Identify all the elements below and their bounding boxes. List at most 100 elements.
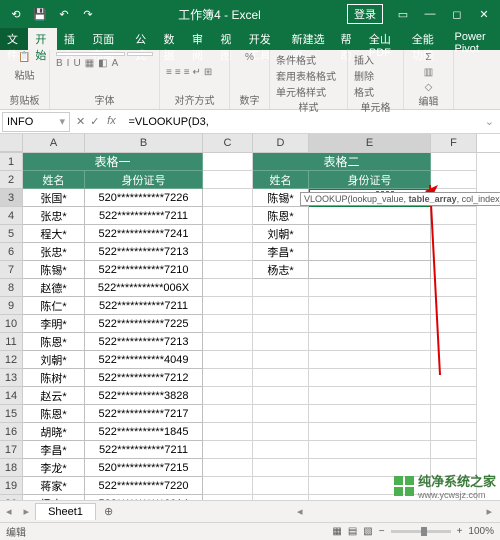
row-header-16[interactable]: 16 [0, 423, 23, 441]
tab-full[interactable]: 全能功能 [405, 28, 448, 50]
table1-name[interactable]: 李明* [23, 315, 85, 333]
cell-C14[interactable] [203, 387, 253, 405]
align-mid-icon[interactable]: ≡ [175, 67, 181, 78]
tab-pivot[interactable]: Power Pivot [448, 28, 500, 50]
table1-id[interactable]: 522***********7211 [85, 441, 203, 459]
row-header-18[interactable]: 18 [0, 459, 23, 477]
row-header-15[interactable]: 15 [0, 405, 23, 423]
underline-icon[interactable]: U [73, 58, 80, 69]
cell-C2[interactable] [203, 171, 253, 189]
tab-file[interactable]: 文件 [0, 28, 28, 50]
table1-id[interactable]: 522***********4049 [85, 351, 203, 369]
login-button[interactable]: 登录 [347, 4, 383, 24]
enter-formula-icon[interactable]: ✓ [90, 115, 99, 128]
table1-id[interactable]: 522***********7220 [85, 477, 203, 495]
table1-name[interactable]: 张忠* [23, 207, 85, 225]
col-header-F[interactable]: F [431, 134, 477, 152]
cell-D8[interactable] [253, 279, 309, 297]
cell-F13[interactable] [431, 369, 477, 387]
row-header-7[interactable]: 7 [0, 261, 23, 279]
cell-C11[interactable] [203, 333, 253, 351]
cell-D13[interactable] [253, 369, 309, 387]
cell-E13[interactable] [309, 369, 431, 387]
table1-id[interactable]: 522***********7213 [85, 243, 203, 261]
table1-id[interactable]: 522***********7211 [85, 207, 203, 225]
table1-name[interactable]: 陈锡* [23, 261, 85, 279]
cell-D11[interactable] [253, 333, 309, 351]
cell-F12[interactable] [431, 351, 477, 369]
sheet-nav-prev-icon[interactable]: ◂ [0, 505, 18, 518]
table1-name[interactable]: 蒋家* [23, 477, 85, 495]
col-header-B[interactable]: B [85, 134, 203, 152]
table1-id[interactable]: 522***********1845 [85, 423, 203, 441]
cell-E10[interactable] [309, 315, 431, 333]
cell-F9[interactable] [431, 297, 477, 315]
table1-id[interactable]: 522***********7225 [85, 315, 203, 333]
cell-E14[interactable] [309, 387, 431, 405]
cell-D9[interactable] [253, 297, 309, 315]
row-header-4[interactable]: 4 [0, 207, 23, 225]
cell-C3[interactable] [203, 189, 253, 207]
cell-F11[interactable] [431, 333, 477, 351]
table1-name[interactable]: 陈树* [23, 369, 85, 387]
tab-help[interactable]: 帮助 [333, 28, 361, 50]
row-header-10[interactable]: 10 [0, 315, 23, 333]
row-header-9[interactable]: 9 [0, 297, 23, 315]
cell-D12[interactable] [253, 351, 309, 369]
cell-D14[interactable] [253, 387, 309, 405]
cell-C4[interactable] [203, 207, 253, 225]
table2-name[interactable]: 杨志* [253, 261, 309, 279]
table2-name[interactable]: 陈恩* [253, 207, 309, 225]
table1-name[interactable]: 李昌* [23, 441, 85, 459]
close-icon[interactable]: ✕ [472, 4, 496, 24]
insert-cells-button[interactable]: 插入 [354, 52, 374, 67]
table1-name[interactable]: 刘朝* [23, 351, 85, 369]
align-top-icon[interactable]: ≡ [166, 67, 172, 78]
table1-name[interactable]: 胡晓* [23, 423, 85, 441]
merge-icon[interactable]: ⊞ [204, 67, 212, 78]
table1-id[interactable]: 522***********7241 [85, 225, 203, 243]
cell-E15[interactable] [309, 405, 431, 423]
row-header-2[interactable]: 2 [0, 171, 23, 189]
fill-down-icon[interactable]: ▥ [424, 67, 433, 78]
ribbon-options-icon[interactable]: ▭ [391, 4, 415, 24]
table2-id[interactable] [309, 243, 431, 261]
font-face-select[interactable] [56, 52, 125, 56]
delete-cells-button[interactable]: 删除 [354, 68, 374, 83]
undo-icon[interactable]: ↶ [52, 4, 76, 24]
cell-D17[interactable] [253, 441, 309, 459]
table1-id[interactable]: 522***********7211 [85, 297, 203, 315]
table1-id[interactable]: 520***********7215 [85, 459, 203, 477]
number-format-icon[interactable]: % [245, 52, 254, 63]
cell-F14[interactable] [431, 387, 477, 405]
cond-format-button[interactable]: 条件格式 [276, 52, 316, 67]
row-header-19[interactable]: 19 [0, 477, 23, 495]
cell-C5[interactable] [203, 225, 253, 243]
cell-F7[interactable] [431, 261, 477, 279]
cell-C1[interactable] [203, 153, 253, 171]
sum-icon[interactable]: Σ [425, 52, 431, 63]
sheet-tab-1[interactable]: Sheet1 [35, 503, 96, 520]
row-header-8[interactable]: 8 [0, 279, 23, 297]
formula-input[interactable]: =VLOOKUP(D3, [124, 112, 478, 132]
col-header-A[interactable]: A [23, 134, 85, 152]
tab-review[interactable]: 审阅 [185, 28, 213, 50]
cell-D15[interactable] [253, 405, 309, 423]
row-header-11[interactable]: 11 [0, 333, 23, 351]
tab-insert[interactable]: 插入 [57, 28, 85, 50]
cell-E17[interactable] [309, 441, 431, 459]
format-cells-button[interactable]: 格式 [354, 84, 374, 99]
cell-F5[interactable] [431, 225, 477, 243]
fx-icon[interactable]: fx [104, 115, 118, 128]
cell-F6[interactable] [431, 243, 477, 261]
cell-style-button[interactable]: 单元格样式 [276, 84, 326, 99]
zoom-level[interactable]: 100% [468, 526, 494, 537]
cell-E16[interactable] [309, 423, 431, 441]
tab-data[interactable]: 数据 [157, 28, 185, 50]
zoom-out-icon[interactable]: − [379, 526, 385, 537]
tab-view[interactable]: 视图 [213, 28, 241, 50]
row-header-14[interactable]: 14 [0, 387, 23, 405]
table2-id[interactable] [309, 261, 431, 279]
table1-id[interactable]: 522***********7217 [85, 405, 203, 423]
tab-dev[interactable]: 开发工具 [242, 28, 285, 50]
